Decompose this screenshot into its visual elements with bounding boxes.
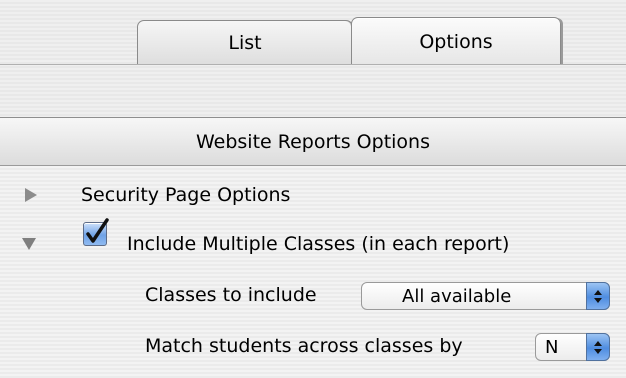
classes-to-include-row: Classes to include — [145, 283, 317, 307]
select-arrows-icon — [586, 282, 610, 310]
include-multiple-classes-label: Include Multiple Classes (in each report… — [127, 233, 510, 255]
tab-divider — [0, 64, 626, 65]
tab-options-label: Options — [419, 30, 493, 53]
security-page-options-row[interactable]: Security Page Options — [81, 183, 290, 207]
select-arrows-icon — [586, 333, 610, 361]
match-students-row: Match students across classes by — [145, 334, 463, 358]
security-page-options-label: Security Page Options — [81, 184, 291, 206]
panel-header: Website Reports Options — [0, 118, 626, 166]
include-multiple-classes-checkbox[interactable] — [83, 218, 109, 246]
panel-title: Website Reports Options — [195, 130, 430, 153]
match-students-value: N — [545, 337, 559, 358]
disclosure-triangle-expanded-icon[interactable] — [22, 238, 36, 250]
tab-options[interactable]: Options — [351, 17, 561, 65]
match-students-label: Match students across classes by — [145, 335, 463, 357]
disclosure-triangle-collapsed-icon[interactable] — [25, 188, 37, 202]
checkmark-icon — [86, 218, 109, 243]
include-multiple-classes-row[interactable]: Include Multiple Classes (in each report… — [127, 232, 509, 256]
classes-to-include-select[interactable]: All available — [361, 282, 610, 310]
tab-list[interactable]: List — [137, 20, 353, 64]
classes-to-include-label: Classes to include — [145, 284, 317, 306]
classes-to-include-value: All available — [402, 286, 512, 307]
tab-list-label: List — [228, 31, 262, 54]
match-students-select[interactable]: N — [535, 333, 610, 361]
